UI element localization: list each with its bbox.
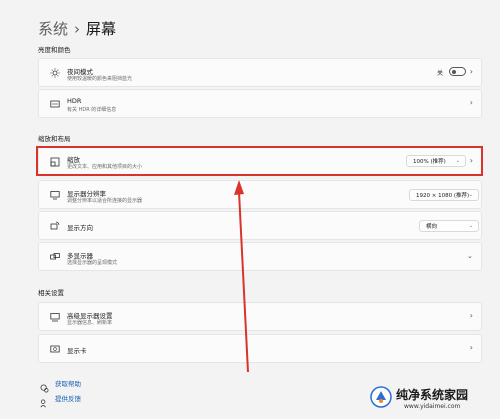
watermark-name: 纯净系统家园 xyxy=(396,388,469,402)
watermark-emblem-icon xyxy=(370,386,392,408)
watermark-url: www.yidaimei.com xyxy=(404,403,461,410)
annotation-arrow xyxy=(234,180,249,373)
